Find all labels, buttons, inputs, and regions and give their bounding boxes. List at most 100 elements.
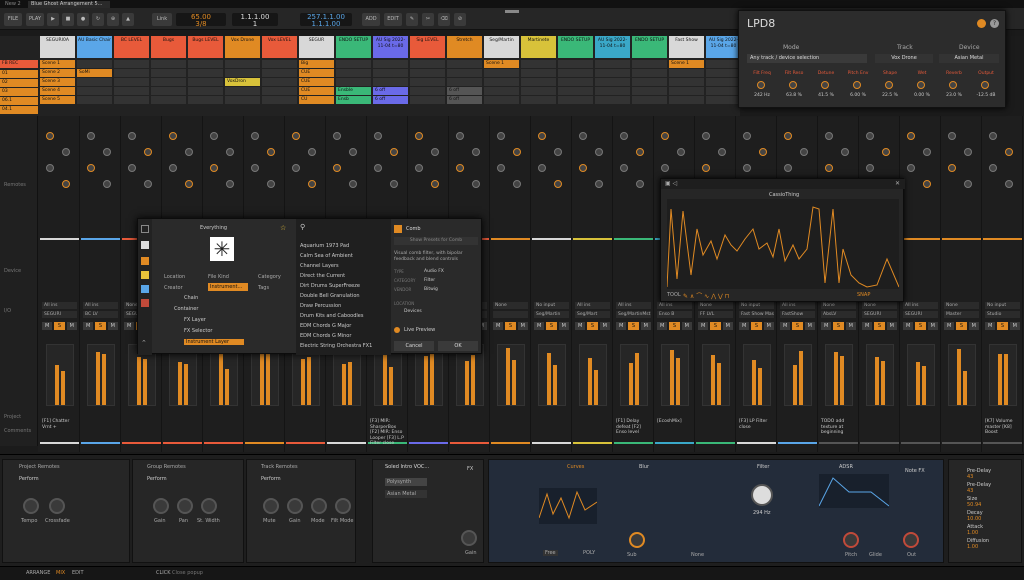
remote-knob[interactable] xyxy=(964,148,972,156)
solo-button[interactable]: S xyxy=(54,322,65,330)
scene-04[interactable]: 04.1 xyxy=(0,106,38,114)
record-icon[interactable]: ● xyxy=(77,13,89,26)
clip-slot[interactable] xyxy=(262,60,297,68)
track-perform-select[interactable]: Perform xyxy=(261,476,281,482)
search-icon[interactable]: ⚲ xyxy=(300,223,305,231)
remote-knob[interactable] xyxy=(333,164,341,172)
output-routing[interactable] xyxy=(493,311,528,318)
param-value[interactable]: 10.00 xyxy=(967,516,981,522)
ok-button[interactable]: OK xyxy=(438,341,478,351)
mute-button[interactable]: M xyxy=(821,322,832,330)
remote-knob[interactable] xyxy=(866,164,874,172)
clip-slot[interactable]: 6 off xyxy=(447,96,482,104)
fx-label[interactable]: FX xyxy=(467,466,473,472)
clip-slot[interactable] xyxy=(188,69,223,77)
remote-knob[interactable] xyxy=(554,180,562,188)
freeze-button[interactable]: Free xyxy=(543,550,558,556)
clip-slot[interactable]: Scene 1 xyxy=(40,60,75,68)
remote-knob[interactable] xyxy=(390,180,398,188)
remote-knob[interactable] xyxy=(497,132,505,140)
clip-slot[interactable] xyxy=(447,60,482,68)
track-header[interactable]: AU Sig 2022-11-04 t=80 xyxy=(706,36,741,58)
tree-item[interactable]: FX Selector xyxy=(184,328,212,334)
clip-slot[interactable] xyxy=(336,69,371,77)
clip-slot[interactable] xyxy=(373,78,408,86)
volume-fader[interactable] xyxy=(46,344,74,406)
clip-slot[interactable] xyxy=(114,96,149,104)
clip-slot[interactable] xyxy=(262,96,297,104)
arm-button[interactable]: M xyxy=(886,322,897,330)
add-button[interactable]: ADD xyxy=(362,13,380,26)
arm-button[interactable]: M xyxy=(1009,322,1020,330)
filter-category[interactable]: Category xyxy=(258,274,281,280)
lpd-knob[interactable] xyxy=(949,81,957,89)
remote-knob[interactable] xyxy=(866,132,874,140)
solo-button[interactable]: S xyxy=(956,322,967,330)
volume-fader[interactable] xyxy=(907,344,935,406)
preset-item[interactable]: Draw Percussion xyxy=(300,303,341,309)
param-value[interactable]: 43 xyxy=(967,488,973,494)
filt-mode-knob[interactable] xyxy=(335,498,351,514)
output-routing[interactable]: Seg/MartinMst xyxy=(616,311,651,318)
output-routing[interactable]: Seg/Mart xyxy=(575,311,610,318)
clip-slot[interactable]: 6 off xyxy=(373,87,408,95)
cancel-button[interactable]: Cancel xyxy=(394,341,434,351)
solo-button[interactable]: S xyxy=(997,322,1008,330)
track-header[interactable]: ENDO SETUP xyxy=(336,36,371,58)
clip-slot[interactable] xyxy=(632,78,667,86)
modulator-icon[interactable] xyxy=(141,285,149,293)
clip-slot[interactable] xyxy=(336,60,371,68)
clip-slot[interactable] xyxy=(447,69,482,77)
clip-slot[interactable] xyxy=(77,60,112,68)
volume-fader[interactable] xyxy=(784,344,812,406)
favorite-star-icon[interactable]: ☆ xyxy=(280,224,286,232)
track-header[interactable]: Bugs xyxy=(151,36,186,58)
play-button[interactable]: PLAY xyxy=(26,13,44,26)
clip-slot[interactable] xyxy=(669,69,704,77)
clip-slot[interactable] xyxy=(114,69,149,77)
mute-button[interactable]: M xyxy=(985,322,996,330)
input-routing[interactable]: All ins xyxy=(903,302,938,309)
show-presets-button[interactable]: Show Presets for Comb xyxy=(394,237,478,245)
remote-knob[interactable] xyxy=(415,164,423,172)
clip-slot[interactable] xyxy=(410,60,445,68)
track-header[interactable]: Seg/Martin xyxy=(484,36,519,58)
remote-knob[interactable] xyxy=(87,164,95,172)
remote-knob[interactable] xyxy=(169,164,177,172)
grid-icon[interactable] xyxy=(141,225,149,233)
remote-knob[interactable] xyxy=(554,148,562,156)
input-routing[interactable]: All ins xyxy=(575,302,610,309)
clip-slot[interactable]: Scene 1 xyxy=(669,60,704,68)
clip-slot[interactable] xyxy=(706,87,741,95)
notification-icon[interactable] xyxy=(977,19,986,28)
solo-button[interactable]: S xyxy=(95,322,106,330)
output-routing[interactable]: Seg/Martin xyxy=(534,311,569,318)
clip-slot[interactable]: Ensble xyxy=(336,87,371,95)
clip-slot[interactable] xyxy=(484,96,519,104)
solo-button[interactable]: S xyxy=(874,322,885,330)
clip-slot[interactable] xyxy=(669,78,704,86)
edit-tool-icon[interactable]: ✎ xyxy=(406,13,418,26)
filter-creator[interactable]: Creator xyxy=(164,285,183,291)
remote-knob[interactable] xyxy=(636,180,644,188)
remote-knob[interactable] xyxy=(46,132,54,140)
remote-knob[interactable] xyxy=(144,180,152,188)
slice-icon[interactable]: ⊘ xyxy=(454,13,466,26)
clip-slot[interactable] xyxy=(114,78,149,86)
device-icon[interactable] xyxy=(141,241,149,249)
mute-button[interactable]: M xyxy=(493,322,504,330)
remote-knob[interactable] xyxy=(718,148,726,156)
mute-button[interactable]: M xyxy=(657,322,668,330)
clip-slot[interactable] xyxy=(595,78,630,86)
remote-knob[interactable] xyxy=(513,180,521,188)
clip-slot[interactable] xyxy=(410,96,445,104)
volume-fader[interactable] xyxy=(497,344,525,406)
preset-item[interactable]: Channel Layers xyxy=(300,263,339,269)
remote-knob[interactable] xyxy=(292,164,300,172)
clip-slot[interactable] xyxy=(595,96,630,104)
tab-arrangement[interactable]: Blue Ghost Arrangement 5... xyxy=(28,1,110,8)
remote-knob[interactable] xyxy=(333,132,341,140)
solo-button[interactable]: S xyxy=(669,322,680,330)
mute-button[interactable]: M xyxy=(124,322,135,330)
output-routing[interactable]: AbsLV xyxy=(821,311,856,318)
